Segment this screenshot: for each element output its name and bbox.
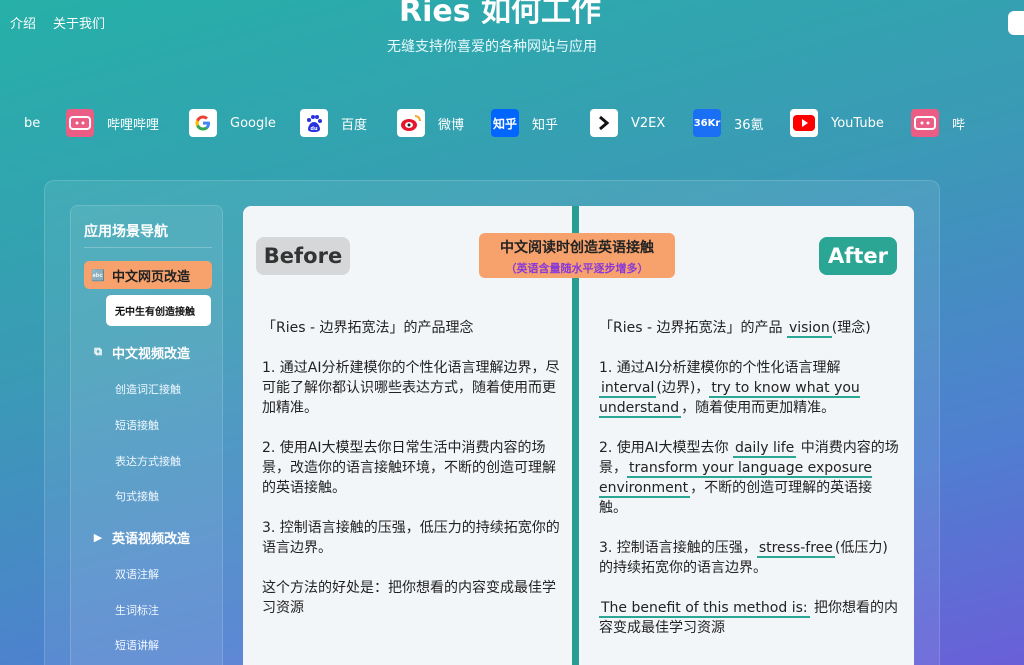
- bilibili-icon: [911, 109, 939, 137]
- sidebar-divider: [84, 247, 212, 248]
- sidebar-item-phrase[interactable]: 短语接触: [115, 417, 159, 433]
- site-item-google[interactable]: Google: [189, 105, 276, 141]
- after-text-span: 3. 控制语言接触的压强，: [599, 540, 757, 556]
- after-text-span: (边界)，: [656, 380, 710, 396]
- site-item-bilibili[interactable]: 哔: [911, 105, 965, 141]
- after-paragraph: 「Ries - 边界拓宽法」的产品 vision (理念): [599, 318, 899, 338]
- site-item-bilibili[interactable]: 哔哩哔哩: [66, 105, 159, 141]
- scenario-sidebar: 应用场景导航 🔤 中文网页改造 无中生有创造接触 ⧉ 中文视频改造 创造词汇接触…: [70, 205, 223, 665]
- english-term[interactable]: interval: [599, 380, 657, 398]
- site-label: Google: [230, 115, 276, 131]
- sidebar-category-label: 中文视频改造: [112, 346, 191, 362]
- before-text: 「Ries - 边界拓宽法」的产品理念 1. 通过AI分析建模你的个性化语言理解…: [262, 318, 560, 638]
- english-term[interactable]: daily life: [732, 440, 797, 458]
- after-text-span: 1. 通过AI分析建模你的个性化语言理解: [599, 360, 841, 376]
- sidebar-item-expression[interactable]: 表达方式接触: [115, 453, 181, 469]
- site-label: V2EX: [631, 115, 666, 131]
- after-text-span: 「Ries - 边界拓宽法」的产品: [599, 320, 783, 336]
- after-paragraph: 2. 使用AI大模型去你 daily life 中消费内容的场景， transfo…: [599, 438, 899, 518]
- svg-text:du: du: [310, 126, 318, 132]
- scenario-label-subtitle: （英语含量随水平逐步增多）: [505, 262, 649, 275]
- weibo-icon: [397, 109, 425, 137]
- baidu-icon: du: [300, 109, 328, 137]
- sidebar-category-label: 英语视频改造: [112, 531, 191, 547]
- after-badge: After: [819, 237, 897, 275]
- english-term[interactable]: The benefit of this method is:: [599, 600, 810, 618]
- scenario-label-title: 中文阅读时创造英语接触: [500, 240, 654, 256]
- site-item-youtube[interactable]: YouTube: [790, 105, 884, 141]
- site-label: be: [24, 115, 41, 131]
- english-term[interactable]: stress-free: [756, 540, 835, 558]
- site-label: 哔哩哔哩: [107, 117, 160, 133]
- site-item-zhihu[interactable]: 知乎 知乎: [491, 105, 558, 141]
- bilibili-icon: [66, 109, 94, 137]
- supported-sites-strip: be 哔哩哔哩 Google du 百度 微博 知乎 知乎 V2EX 36Kr: [0, 105, 1024, 141]
- page-title: Ries 如何工作: [398, 0, 602, 29]
- scenario-label: 中文阅读时创造英语接触 （英语含量随水平逐步增多）: [479, 233, 675, 278]
- site-label: 微博: [438, 117, 465, 133]
- site-label: 36氪: [734, 117, 764, 133]
- before-paragraph: 这个方法的好处是：把你想看的内容变成最佳学习资源: [262, 580, 556, 616]
- after-paragraph: 3. 控制语言接触的压强， stress-free (低压力) 的持续拓宽你的语言边…: [599, 538, 899, 578]
- after-text: 「Ries - 边界拓宽法」的产品 vision (理念) 1. 通过AI分析建模…: [599, 318, 899, 658]
- before-paragraph: 1. 通过AI分析建模你的个性化语言理解边界，尽可能了解你都认识哪些表达方式，随…: [262, 360, 560, 416]
- sidebar-title: 应用场景导航: [84, 224, 168, 240]
- top-right-button[interactable]: [1008, 11, 1024, 35]
- 36kr-icon: 36Kr: [693, 109, 721, 137]
- site-label: 哔: [952, 117, 966, 133]
- video-library-icon: ⧉: [94, 345, 102, 358]
- sidebar-item-phrase-explain[interactable]: 短语讲解: [115, 637, 159, 653]
- play-video-icon: ▶: [93, 530, 103, 544]
- google-icon: [189, 109, 217, 137]
- page-subtitle: 无缝支持你喜爱的各种网站与应用: [387, 39, 597, 55]
- site-item-v2ex[interactable]: V2EX: [590, 105, 665, 141]
- sidebar-item-bilingual[interactable]: 双语注解: [115, 566, 159, 582]
- site-item[interactable]: be: [24, 105, 40, 141]
- sidebar-item-newword[interactable]: 生词标注: [115, 602, 159, 618]
- after-paragraph: The benefit of this method is: 把你想看的内容变成…: [599, 598, 899, 638]
- before-paragraph: 「Ries - 边界拓宽法」的产品理念: [262, 320, 474, 336]
- after-text-span: ，随着使用而更加精准。: [681, 400, 836, 416]
- after-paragraph: 1. 通过AI分析建模你的个性化语言理解 interval (边界)， try to…: [599, 358, 899, 418]
- english-term[interactable]: vision: [786, 320, 832, 338]
- site-label: 知乎: [532, 117, 559, 133]
- sidebar-category-chinese-web[interactable]: 🔤 中文网页改造: [84, 261, 212, 289]
- site-item-weibo[interactable]: 微博: [397, 105, 464, 141]
- before-paragraph: 3. 控制语言接触的压强，低压力的持续拓宽你的语言边界。: [262, 520, 560, 556]
- youtube-icon: [790, 109, 818, 137]
- sidebar-category-english-video[interactable]: ▶ 英语视频改造: [84, 523, 212, 551]
- after-text-span: (理念): [831, 320, 871, 336]
- v2ex-icon: [590, 109, 618, 137]
- site-label: 百度: [341, 117, 368, 133]
- after-text-span: 2. 使用AI大模型去你: [599, 440, 729, 456]
- site-item-36kr[interactable]: 36Kr 36氪: [693, 105, 764, 141]
- sidebar-item-sentence[interactable]: 句式接触: [115, 488, 159, 504]
- zhihu-icon: 知乎: [491, 109, 519, 137]
- before-paragraph: 2. 使用AI大模型去你日常生活中消费内容的场景，改造你的语言接触环境，不断的创…: [262, 440, 556, 496]
- sidebar-item-create-exposure[interactable]: 无中生有创造接触: [106, 295, 211, 326]
- before-badge: Before: [256, 237, 350, 275]
- translate-icon: 🔤: [91, 268, 105, 282]
- sidebar-category-chinese-video[interactable]: ⧉ 中文视频改造: [84, 338, 212, 366]
- site-item-baidu[interactable]: du 百度: [300, 105, 367, 141]
- sidebar-category-label: 中文网页改造: [112, 269, 191, 285]
- site-label: YouTube: [831, 115, 884, 131]
- sidebar-item-vocab[interactable]: 创造词汇接触: [115, 381, 181, 397]
